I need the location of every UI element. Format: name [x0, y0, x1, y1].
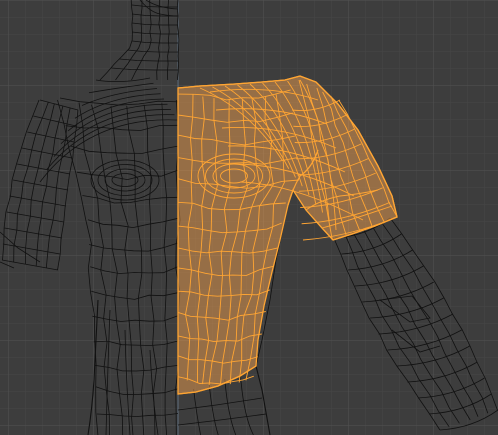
viewport-canvas[interactable] [0, 0, 498, 435]
3d-viewport[interactable] [0, 0, 498, 435]
